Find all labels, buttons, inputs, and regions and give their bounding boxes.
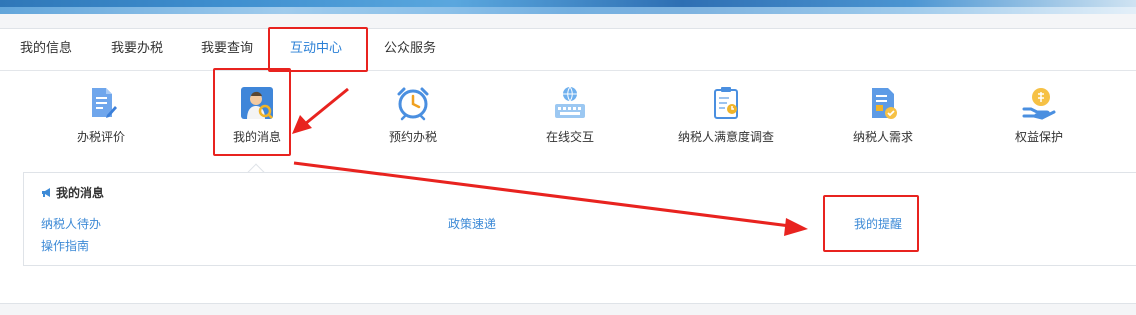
document-check-icon xyxy=(872,88,897,119)
header-banner xyxy=(0,0,1136,14)
func-label: 在线交互 xyxy=(545,130,594,144)
link-policy-express[interactable]: 政策速递 xyxy=(448,215,496,232)
func-tax-evaluation[interactable]: 办税评价 xyxy=(36,85,166,149)
alarm-clock-icon xyxy=(397,87,429,121)
func-taxpayer-needs[interactable]: 纳税人需求 xyxy=(818,85,948,149)
submenu-title-text: 我的消息 xyxy=(56,186,105,200)
func-online-interaction[interactable]: 在线交互 xyxy=(505,85,635,149)
keyboard-globe-icon xyxy=(555,86,585,118)
main-tabs: 我的信息 我要办税 我要查询 互动中心 公众服务 xyxy=(0,29,1136,72)
func-label: 权益保护 xyxy=(1014,130,1063,144)
func-rights-protection[interactable]: 权益保护 xyxy=(974,85,1104,149)
submenu-title: 我的消息 xyxy=(41,184,104,201)
hand-coin-icon xyxy=(1022,88,1056,120)
link-my-reminders[interactable]: 我的提醒 xyxy=(854,215,902,232)
func-appointment[interactable]: 预约办税 xyxy=(348,85,478,149)
document-pen-icon xyxy=(92,88,117,118)
func-label: 办税评价 xyxy=(76,130,125,144)
link-operation-guide[interactable]: 操作指南 xyxy=(41,237,89,254)
submenu-panel: 我的消息 纳税人待办 政策速递 我的提醒 操作指南 xyxy=(23,172,1136,266)
tab-interaction-center[interactable]: 互动中心 xyxy=(276,29,356,72)
tab-my-info[interactable]: 我的信息 xyxy=(18,29,74,71)
tab-tax-handling[interactable]: 我要办税 xyxy=(110,29,164,71)
tab-public-service[interactable]: 公众服务 xyxy=(382,29,438,71)
func-label: 纳税人满意度调查 xyxy=(677,130,774,144)
func-label: 我的消息 xyxy=(232,130,281,144)
user-badge-icon xyxy=(241,87,273,119)
megaphone-icon xyxy=(42,188,50,197)
clipboard-survey-icon xyxy=(714,87,738,119)
link-taxpayer-todo[interactable]: 纳税人待办 xyxy=(41,215,101,232)
tab-query[interactable]: 我要查询 xyxy=(200,29,254,71)
func-label: 纳税人需求 xyxy=(852,130,913,144)
func-label: 预约办税 xyxy=(388,130,437,144)
func-my-messages[interactable]: 我的消息 xyxy=(192,85,322,149)
func-satisfaction-survey[interactable]: 纳税人满意度调查 xyxy=(661,85,791,149)
interaction-panel: 我的信息 我要办税 我要查询 互动中心 公众服务 办税评价 我的消息 预约办税 … xyxy=(0,28,1136,304)
